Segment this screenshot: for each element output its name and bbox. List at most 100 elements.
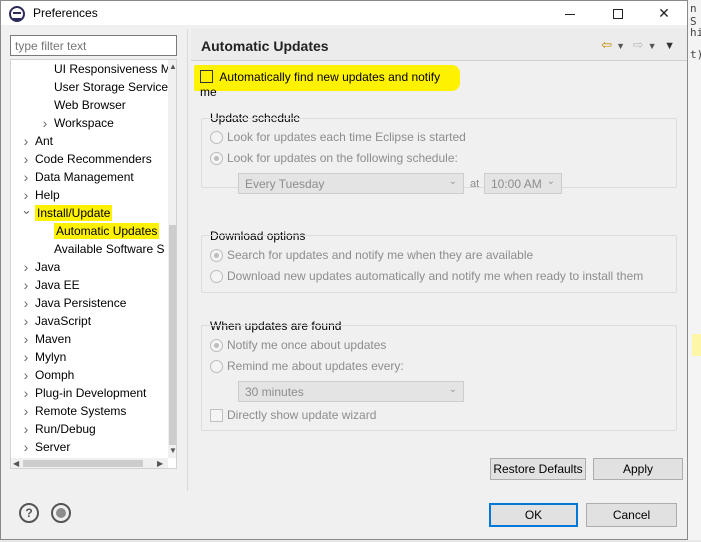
notify-once-option[interactable]: Notify me once about updates <box>210 338 386 353</box>
tree-item[interactable]: ⌄ Install/Update <box>21 202 113 222</box>
forward-menu-caret-icon[interactable]: ▼ <box>648 41 657 51</box>
expand-right-icon[interactable]: › <box>21 366 31 384</box>
expand-right-icon[interactable]: › <box>21 132 31 150</box>
tree-item[interactable]: › Help <box>24 186 60 204</box>
auto-find-checkbox[interactable] <box>200 70 213 84</box>
tree-vertical-scrollbar[interactable]: ▲ ▼ <box>168 60 176 458</box>
show-wizard-checkbox[interactable] <box>210 409 223 423</box>
tree-item[interactable]: › Remote Systems <box>24 402 127 420</box>
tree-item-label: Web Browser <box>54 98 126 112</box>
background-editor-strip: n S hi t) <box>688 0 701 542</box>
auto-find-label: Automatically find new updates and notif… <box>200 69 441 99</box>
scroll-up-icon[interactable]: ▲ <box>169 62 176 71</box>
expand-right-icon[interactable]: › <box>21 168 31 186</box>
expand-right-icon[interactable]: › <box>21 276 31 294</box>
restore-defaults-button[interactable]: Restore Defaults <box>490 458 586 480</box>
tree-item[interactable]: Available Software S <box>54 240 165 258</box>
download-notify-radio[interactable] <box>210 249 223 263</box>
tree-item[interactable]: Web Browser <box>54 96 126 114</box>
tree-item[interactable]: › Java Persistence <box>24 294 127 312</box>
minimize-button[interactable] <box>547 1 593 25</box>
schedule-on-schedule-label: Look for updates on the following schedu… <box>227 151 458 165</box>
schedule-day-select[interactable]: Every Tuesday ⌄ <box>238 173 464 194</box>
tree-item-label: Data Management <box>35 170 134 184</box>
tree-item[interactable]: Automatic Updates <box>54 222 160 240</box>
tree-item[interactable]: › Run/Debug <box>24 420 96 438</box>
tree-item-label: Java EE <box>35 278 80 292</box>
expand-right-icon[interactable]: › <box>21 438 31 456</box>
expand-down-icon[interactable]: ⌄ <box>21 201 32 219</box>
tree-item[interactable]: › Java EE <box>24 276 80 294</box>
expand-right-icon[interactable]: › <box>21 312 31 330</box>
schedule-on-schedule-option[interactable]: Look for updates on the following schedu… <box>210 151 458 166</box>
schedule-startup-option[interactable]: Look for updates each time Eclipse is st… <box>210 130 466 145</box>
page-navigation: ⇦ ▼ ⇨ ▼ ▼ <box>597 37 675 53</box>
expand-right-icon[interactable]: › <box>40 114 50 132</box>
tree-item[interactable]: › Plug-in Development <box>24 384 147 402</box>
cancel-button[interactable]: Cancel <box>586 503 677 527</box>
expand-right-icon[interactable]: › <box>21 258 31 276</box>
schedule-on-schedule-radio[interactable] <box>210 152 223 166</box>
tree-item[interactable]: › Code Recommenders <box>24 150 152 168</box>
scroll-left-icon[interactable]: ◀ <box>13 459 19 468</box>
import-export-icon[interactable] <box>51 503 71 523</box>
back-arrow-icon[interactable]: ⇦ <box>601 37 612 52</box>
tree-horizontal-thumb[interactable] <box>23 460 143 467</box>
download-auto-option[interactable]: Download new updates automatically and n… <box>210 269 643 284</box>
auto-find-row[interactable]: Automatically find new updates and notif… <box>194 65 460 99</box>
tree-item[interactable]: › Data Management <box>24 168 134 186</box>
tree-item[interactable]: › Mylyn <box>24 348 67 366</box>
expand-right-icon[interactable]: › <box>21 420 31 438</box>
tree-item-label: Plug-in Development <box>35 386 147 400</box>
filter-input[interactable] <box>10 35 177 56</box>
panel-sash[interactable] <box>187 29 188 491</box>
tree-item[interactable]: › Server <box>24 438 71 456</box>
scroll-right-icon[interactable]: ▶ <box>157 459 163 468</box>
expand-right-icon[interactable]: › <box>21 402 31 420</box>
forward-arrow-icon[interactable]: ⇨ <box>633 37 644 52</box>
tree-item[interactable]: › Ant <box>24 132 53 150</box>
tree-item[interactable]: › Oomph <box>24 366 75 384</box>
page-content: Automatically find new updates and notif… <box>191 61 687 491</box>
expand-right-icon[interactable]: › <box>21 384 31 402</box>
expand-right-icon[interactable]: › <box>21 150 31 168</box>
expand-right-icon[interactable]: › <box>21 294 31 312</box>
schedule-time-select[interactable]: 10:00 AM ⌄ <box>484 173 562 194</box>
remind-every-radio[interactable] <box>210 360 223 374</box>
tree-item[interactable]: › JavaScript <box>24 312 92 330</box>
close-button[interactable]: ✕ <box>641 1 687 25</box>
schedule-at-label: at <box>470 178 480 190</box>
view-menu-icon[interactable]: ▼ <box>664 40 675 52</box>
show-wizard-option[interactable]: Directly show update wizard <box>210 408 376 423</box>
schedule-startup-radio[interactable] <box>210 131 223 145</box>
window-title: Preferences <box>33 6 98 20</box>
tree-horizontal-scrollbar[interactable]: ◀ ▶ <box>11 458 168 468</box>
tree-vertical-thumb[interactable] <box>169 225 176 445</box>
download-auto-radio[interactable] <box>210 270 223 284</box>
maximize-button[interactable] <box>595 1 641 25</box>
apply-button[interactable]: Apply <box>593 458 683 480</box>
tree-item-label: Install/Update <box>35 205 113 221</box>
tree-item[interactable]: User Storage Service <box>54 78 168 96</box>
help-icon[interactable]: ? <box>19 503 39 523</box>
download-notify-option[interactable]: Search for updates and notify me when th… <box>210 248 533 263</box>
chevron-down-icon: ⌄ <box>448 384 457 395</box>
page-title: Automatic Updates <box>201 38 329 54</box>
back-menu-caret-icon[interactable]: ▼ <box>616 41 625 51</box>
minimize-icon <box>565 13 575 15</box>
remind-every-option[interactable]: Remind me about updates every: <box>210 359 404 374</box>
notify-once-radio[interactable] <box>210 339 223 353</box>
expand-right-icon[interactable]: › <box>21 330 31 348</box>
tree-item[interactable]: › Java <box>24 258 61 276</box>
ok-button[interactable]: OK <box>489 503 578 527</box>
scroll-down-icon[interactable]: ▼ <box>169 446 176 455</box>
tree-item[interactable]: › Workspace <box>43 114 114 132</box>
expand-right-icon[interactable]: › <box>21 348 31 366</box>
background-text: hi <box>690 26 701 39</box>
remind-interval-select[interactable]: 30 minutes ⌄ <box>238 381 464 402</box>
tree-item[interactable]: UI Responsiveness M <box>54 60 171 78</box>
tree-item[interactable]: › Maven <box>24 330 71 348</box>
tree-item-label: JavaScript <box>35 314 92 328</box>
schedule-time-value: 10:00 AM <box>491 177 542 191</box>
tree-item-label: Available Software S <box>54 242 165 256</box>
